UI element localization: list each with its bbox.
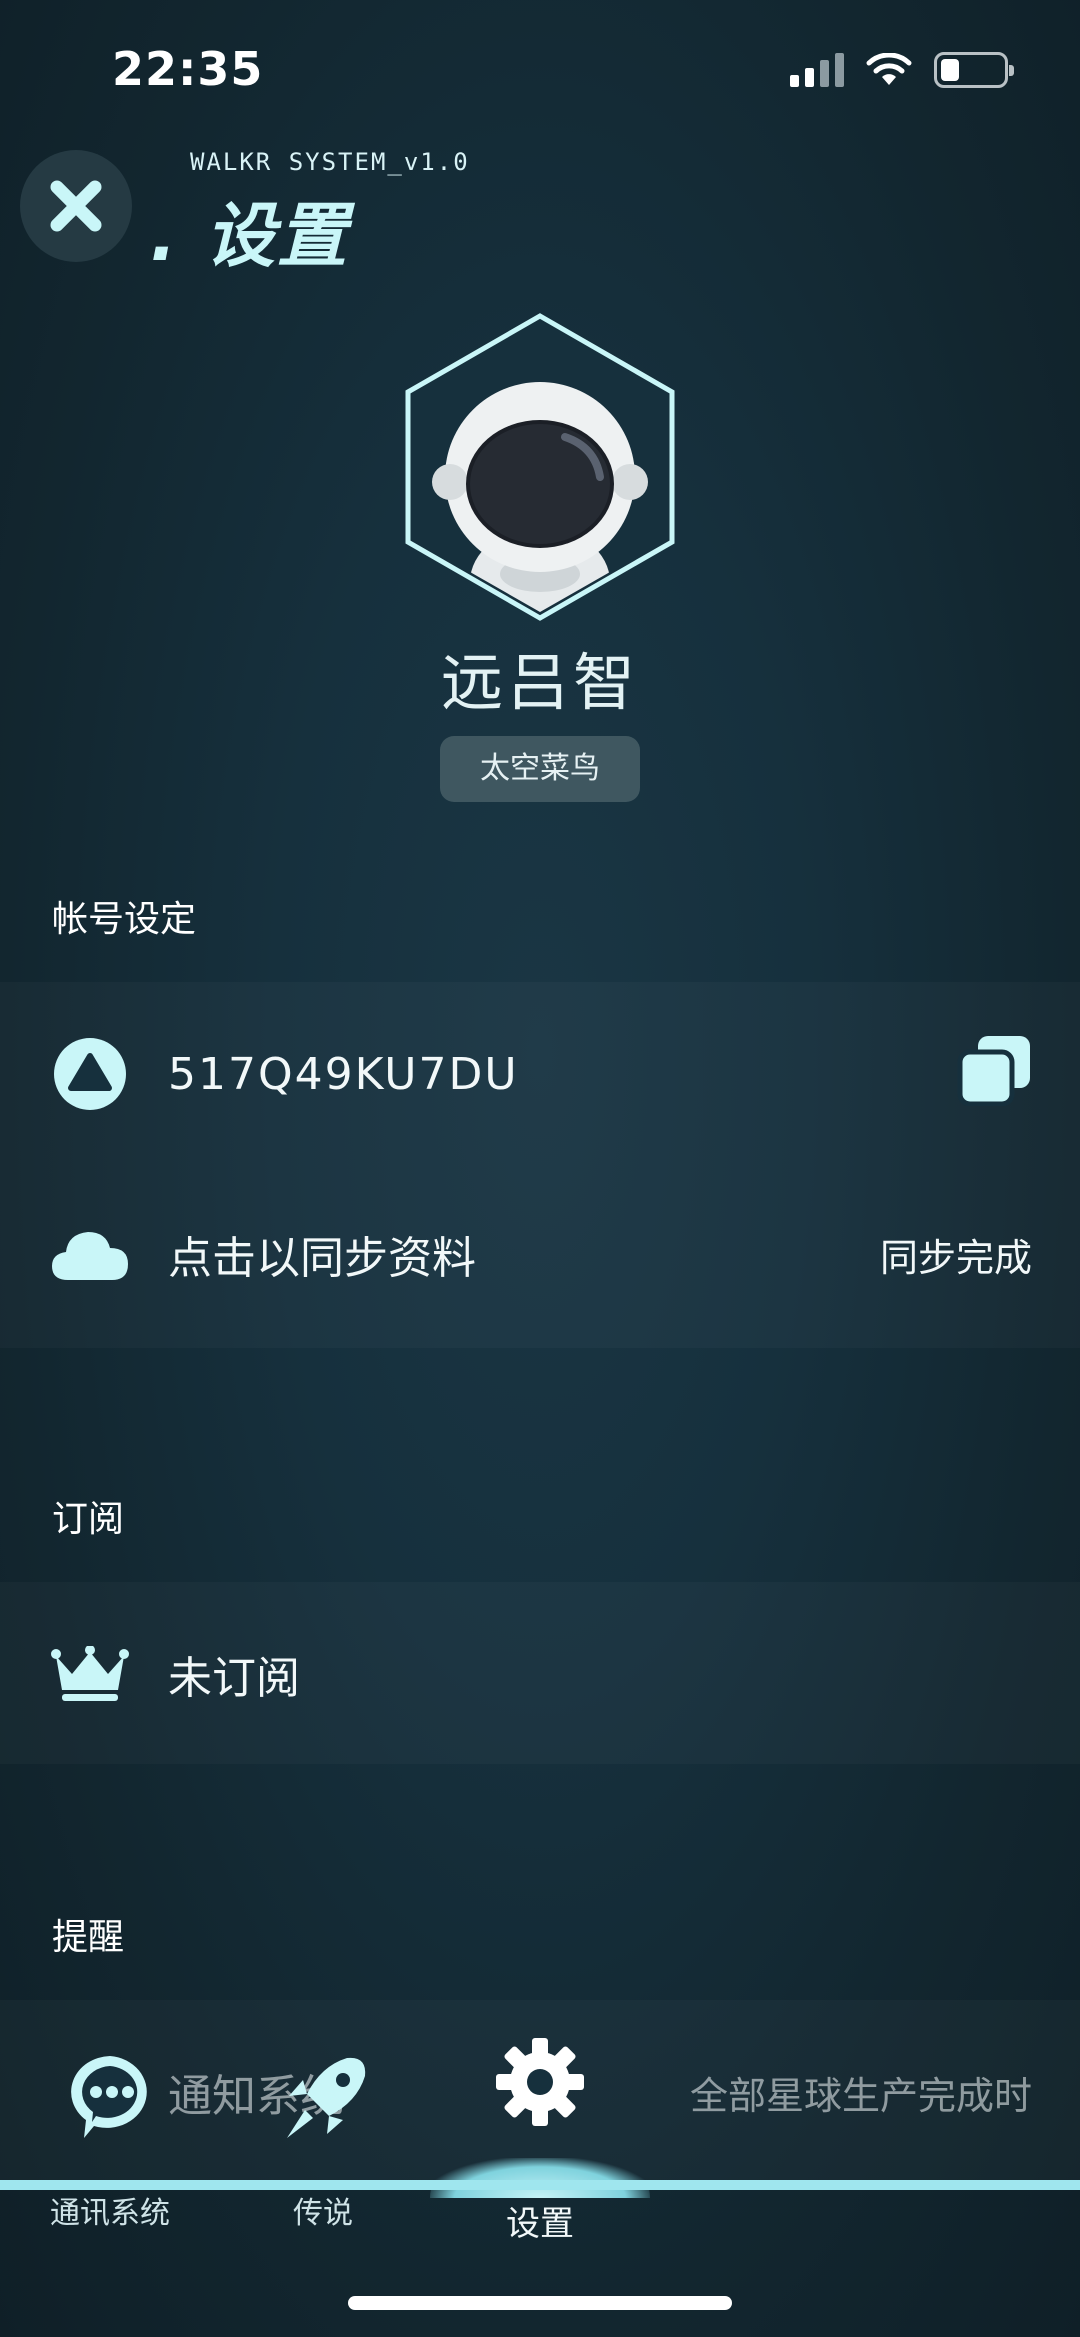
page-title: . 设置 xyxy=(150,195,349,277)
subscription-status: 未订阅 xyxy=(168,1653,300,1704)
close-icon xyxy=(50,180,102,232)
system-version-label: WALKR SYSTEM_v1.0 xyxy=(190,148,470,176)
tab-comms-label: 通讯系统 xyxy=(50,2196,170,2231)
subscription-section-title: 订阅 xyxy=(52,1499,125,1540)
copy-icon xyxy=(957,1035,1030,1106)
battery-icon xyxy=(934,52,1014,88)
sync-label: 点击以同步资料 xyxy=(168,1233,476,1284)
active-tab-indicator xyxy=(430,2158,650,2198)
account-triangle-icon xyxy=(50,1034,130,1114)
wifi-icon xyxy=(866,53,912,85)
gear-icon xyxy=(496,2038,584,2126)
status-icons xyxy=(790,52,1014,88)
signal-icon xyxy=(790,53,844,87)
home-indicator[interactable] xyxy=(348,2296,732,2310)
user-name: 远吕智 xyxy=(440,646,639,719)
account-id-row: 517Q49KU7DU xyxy=(0,1014,1080,1134)
tab-comms[interactable] xyxy=(40,2050,180,2146)
status-time: 22:35 xyxy=(112,42,264,96)
tab-legend-label: 传说 xyxy=(293,2196,353,2231)
rank-badge: 太空菜鸟 xyxy=(440,736,640,802)
account-section-title: 帐号设定 xyxy=(52,899,197,940)
avatar[interactable] xyxy=(400,312,680,622)
close-button[interactable] xyxy=(20,150,132,262)
status-bar: 22:35 xyxy=(0,0,1080,140)
tab-settings[interactable] xyxy=(490,2036,590,2132)
notification-value: 全部星球生产完成时 xyxy=(689,2073,1032,2118)
rocket-icon xyxy=(287,2057,366,2138)
tab-legend-label-wrap[interactable]: 传说 xyxy=(268,2188,378,2232)
crown-icon xyxy=(50,1634,130,1714)
tab-legend[interactable] xyxy=(270,2050,380,2150)
tab-settings-label-wrap[interactable]: 设置 xyxy=(480,2196,600,2245)
tab-comms-label-wrap[interactable]: 通讯系统 xyxy=(40,2188,180,2232)
sync-status: 同步完成 xyxy=(879,1235,1032,1280)
account-id: 517Q49KU7DU xyxy=(168,1048,519,1100)
tab-settings-label: 设置 xyxy=(506,2204,574,2244)
astronaut-avatar-icon xyxy=(405,313,675,621)
reminders-section-title: 提醒 xyxy=(52,1917,125,1958)
copy-button[interactable] xyxy=(956,1034,1032,1115)
chat-bubble-icon xyxy=(71,2056,147,2138)
subscription-row[interactable]: 未订阅 xyxy=(0,1614,1080,1734)
cloud-icon xyxy=(50,1214,130,1294)
sync-row[interactable]: 点击以同步资料 同步完成 xyxy=(0,1194,1080,1314)
